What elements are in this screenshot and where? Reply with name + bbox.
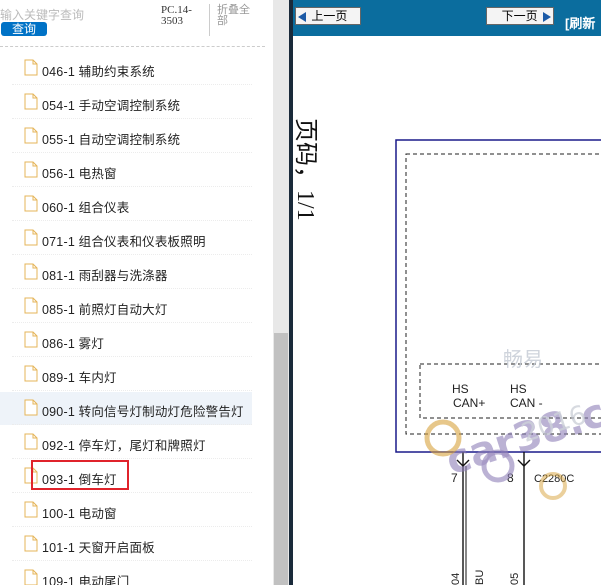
arrow-left-icon [298,11,306,22]
document-icon [24,569,38,585]
tree-item[interactable]: 056-1 电热窗 [0,154,252,187]
tree-item-separator [12,492,252,493]
collapse-all-link[interactable]: 折叠全部 [217,5,257,27]
wire-mid-code: BU [474,570,486,585]
selection-highlight-box [31,460,129,490]
next-page-label: 下一页 [501,9,538,23]
tree-item-separator [12,152,252,153]
tree-item[interactable]: 055-1 自动空调控制系统 [0,120,252,153]
tree-item[interactable]: 109-1 电动尾门 [0,562,252,585]
arrow-right-icon [543,11,551,22]
tree-item-label: 086-1 雾灯 [42,337,105,351]
tree-scrollbar[interactable] [273,0,289,585]
watermark: 畅易 car38.com 2016 [424,347,601,500]
document-viewer: 上一页 下一页 [刷新 HS CAN+ HS CAN - 7 8 C2280C 04… [293,0,601,585]
tree-item-label: 056-1 电热窗 [42,167,117,181]
document-icon [24,127,38,144]
tree-item-label: 046-1 辅助约束系统 [42,65,155,79]
pin-right-label: HS CAN - [510,382,543,410]
document-icon [24,195,38,212]
document-icon [24,365,38,382]
tree-item-separator [12,424,252,425]
tree-item[interactable]: 054-1 手动空调控制系统 [0,86,252,119]
wire-left-code: 04 [450,573,462,585]
pin-left-label: HS CAN+ [452,382,485,410]
document-icon [24,501,38,518]
document-icon [24,399,38,416]
page-number-label: 页码，1/1 [292,118,318,221]
tree-item-separator [12,322,252,323]
search-button[interactable]: 查询 [1,22,47,36]
document-icon [24,535,38,552]
next-page-button[interactable]: 下一页 [486,7,554,25]
document-icon [24,297,38,314]
document-icon [24,161,38,178]
tree-item-label: 085-1 前照灯自动大灯 [42,303,168,317]
tree-item[interactable]: 089-1 车内灯 [0,358,252,391]
tree-item-label: 109-1 电动尾门 [42,575,130,585]
pin-right-symbol [517,452,531,585]
tree-item-separator [12,288,252,289]
tree-item-separator [12,458,252,459]
tree-item[interactable]: 100-1 电动窗 [0,494,252,527]
viewer-toolbar: 上一页 下一页 [刷新 [293,0,601,36]
tree-item-separator [12,186,252,187]
wiring-diagram: HS CAN+ HS CAN - 7 8 C2280C 04 BU 05 畅易 ca… [395,139,601,585]
search-input[interactable] [0,8,155,22]
tree-item[interactable]: 046-1 辅助约束系统 [0,52,252,85]
tree-item-label: 055-1 自动空调控制系统 [42,133,181,147]
tree-item[interactable]: 060-1 组合仪表 [0,188,252,221]
tree-item-separator [12,118,252,119]
tree-item[interactable]: 092-1 停车灯，尾灯和牌照灯 [0,426,252,459]
tree-item-separator [12,560,252,561]
tree-item-label: 089-1 车内灯 [42,371,117,385]
tree-item-label: 092-1 停车灯，尾灯和牌照灯 [42,439,206,453]
document-icon [24,229,38,246]
tree-item-separator [12,220,252,221]
tree-item-label: 100-1 电动窗 [42,507,117,521]
prev-page-label: 上一页 [311,9,348,23]
document-icon [24,433,38,450]
document-icon [24,93,38,110]
tree-item[interactable]: 101-1 天窗开启面板 [0,528,252,561]
tree-item-label: 101-1 天窗开启面板 [42,541,155,555]
document-icon [24,59,38,76]
tree-item-separator [12,390,252,391]
header-divider [0,46,265,47]
tree-item[interactable]: 085-1 前照灯自动大灯 [0,290,252,323]
document-icon [24,263,38,280]
tree-item-label: 054-1 手动空调控制系统 [42,99,181,113]
tree-item[interactable]: 071-1 组合仪表和仪表板照明 [0,222,252,255]
tree-item-separator [12,356,252,357]
header-separator [209,4,210,36]
tree-item[interactable]: 086-1 雾灯 [0,324,252,357]
tree-item-separator [12,526,252,527]
tree-item[interactable]: 090-1 转向信号灯制动灯危险警告灯 [0,392,252,425]
left-panel: 查询 PC.14-3503 折叠全部 046-1 辅助约束系统 054-1 手动空… [0,0,273,585]
wire-right-code: 05 [509,573,521,585]
prev-page-button[interactable]: 上一页 [295,7,361,25]
module-inner-border [405,153,601,435]
refresh-link[interactable]: [刷新 [565,13,595,32]
tree-item-label: 071-1 组合仪表和仪表板照明 [42,235,206,249]
tree-item[interactable]: 081-1 雨刮器与洗涤器 [0,256,252,289]
scrollbar-thumb[interactable] [274,333,288,585]
document-code: PC.14-3503 [161,4,192,27]
tree-item-label: 060-1 组合仪表 [42,201,130,215]
watermark-cn: 畅易 [503,347,543,371]
tree-item-label: 081-1 雨刮器与洗涤器 [42,269,168,283]
tree-item-separator [12,84,252,85]
tree-item-separator [12,254,252,255]
tree-item-label: 090-1 转向信号灯制动灯危险警告灯 [42,405,244,419]
document-icon [24,331,38,348]
